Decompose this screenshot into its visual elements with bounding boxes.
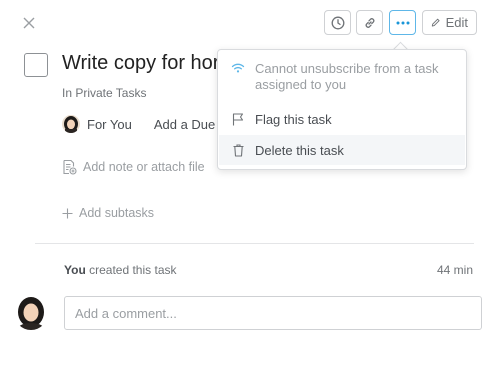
comment-input[interactable]: [64, 296, 482, 330]
menu-item-flag-task[interactable]: Flag this task: [219, 104, 465, 134]
avatar: [14, 296, 48, 330]
edit-button[interactable]: Edit: [422, 10, 477, 35]
menu-item-label: Cannot unsubscribe from a task assigned …: [255, 61, 439, 92]
menu-item-label: Flag this task: [255, 111, 332, 127]
close-button[interactable]: [18, 12, 40, 34]
task-title[interactable]: Write copy for hor: [62, 52, 222, 75]
assignee-name[interactable]: For You: [87, 117, 132, 132]
activity-story: You created this task: [64, 263, 177, 277]
clock-icon: [331, 16, 344, 29]
plus-icon: [62, 208, 73, 218]
due-date-button[interactable]: [324, 10, 351, 35]
more-dots-icon: [396, 21, 409, 24]
add-note-field[interactable]: Add note or attach file: [62, 159, 217, 175]
more-actions-menu: Cannot unsubscribe from a task assigned …: [217, 49, 467, 170]
copy-link-button[interactable]: [356, 10, 383, 35]
trash-icon: [228, 143, 248, 157]
task-complete-checkbox[interactable]: [24, 53, 48, 77]
add-subtasks-label: Add subtasks: [79, 206, 155, 220]
add-note-label: Add note or attach file: [83, 160, 205, 174]
flag-icon: [228, 112, 248, 126]
menu-item-delete-task[interactable]: Delete this task: [219, 135, 465, 165]
activity-timestamp: 44 min: [436, 263, 473, 277]
attachment-note-icon: [63, 159, 77, 175]
close-icon: [23, 17, 35, 29]
menu-item-label: Delete this task: [255, 142, 344, 158]
avatar: [62, 115, 80, 133]
link-icon: [365, 17, 374, 28]
pencil-icon: [431, 18, 440, 27]
edit-button-label: Edit: [445, 15, 468, 30]
due-date-field[interactable]: Add a Due D: [154, 117, 222, 132]
assignee-due-row: For You Add a Due D: [62, 114, 222, 134]
activity-actor[interactable]: You: [64, 263, 86, 277]
add-subtasks-button[interactable]: Add subtasks: [62, 206, 154, 220]
task-project[interactable]: In Private Tasks: [62, 86, 146, 100]
wifi-icon: [228, 61, 248, 74]
more-actions-button[interactable]: [389, 10, 416, 35]
menu-item-unsubscribe: Cannot unsubscribe from a task assigned …: [219, 61, 465, 101]
section-divider: [35, 243, 474, 244]
activity-action: created this task: [85, 263, 177, 277]
